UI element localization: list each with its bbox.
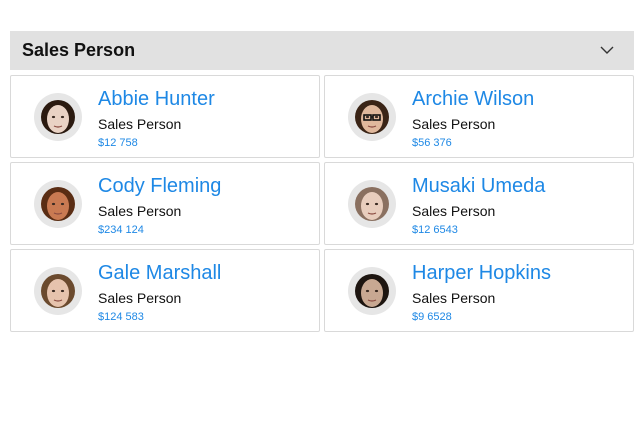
person-amount: $12 758	[98, 137, 138, 149]
person-photo-icon	[355, 100, 389, 134]
person-photo-icon	[41, 274, 75, 308]
avatar	[348, 180, 396, 228]
person-role: Sales Person	[412, 203, 496, 219]
person-amount: $234 124	[98, 224, 144, 236]
person-name: Gale Marshall	[98, 262, 222, 284]
person-photo-icon	[355, 274, 389, 308]
person-grid: Abbie Hunter Sales Person $12 758 Archie…	[10, 75, 634, 332]
sales-person-group: Sales Person Abbie Hunter Sales Person $…	[10, 31, 634, 332]
person-card[interactable]: Abbie Hunter Sales Person $12 758	[10, 75, 320, 158]
person-role: Sales Person	[98, 203, 182, 219]
person-role: Sales Person	[412, 290, 496, 306]
person-card[interactable]: Archie Wilson Sales Person $56 376	[324, 75, 634, 158]
person-amount: $9 6528	[412, 311, 452, 323]
avatar	[348, 267, 396, 315]
person-amount: $124 583	[98, 311, 144, 323]
avatar	[34, 180, 82, 228]
avatar	[34, 93, 82, 141]
person-photo-icon	[355, 187, 389, 221]
person-card[interactable]: Gale Marshall Sales Person $124 583	[10, 249, 320, 332]
person-role: Sales Person	[412, 116, 496, 132]
person-role: Sales Person	[98, 290, 182, 306]
person-name: Harper Hopkins	[412, 262, 551, 284]
avatar	[34, 267, 82, 315]
person-card[interactable]: Harper Hopkins Sales Person $9 6528	[324, 249, 634, 332]
person-name: Archie Wilson	[412, 88, 535, 110]
person-amount: $12 6543	[412, 224, 458, 236]
person-photo-icon	[41, 187, 75, 221]
avatar	[348, 93, 396, 141]
group-header[interactable]: Sales Person	[10, 31, 634, 70]
chevron-down-icon[interactable]	[598, 42, 616, 60]
group-title: Sales Person	[22, 40, 136, 60]
person-role: Sales Person	[98, 116, 182, 132]
person-amount: $56 376	[412, 137, 452, 149]
person-card[interactable]: Cody Fleming Sales Person $234 124	[10, 162, 320, 245]
person-card[interactable]: Musaki Umeda Sales Person $12 6543	[324, 162, 634, 245]
person-name: Musaki Umeda	[412, 175, 546, 197]
person-name: Abbie Hunter	[98, 88, 215, 110]
person-photo-icon	[41, 100, 75, 134]
person-name: Cody Fleming	[98, 175, 222, 197]
